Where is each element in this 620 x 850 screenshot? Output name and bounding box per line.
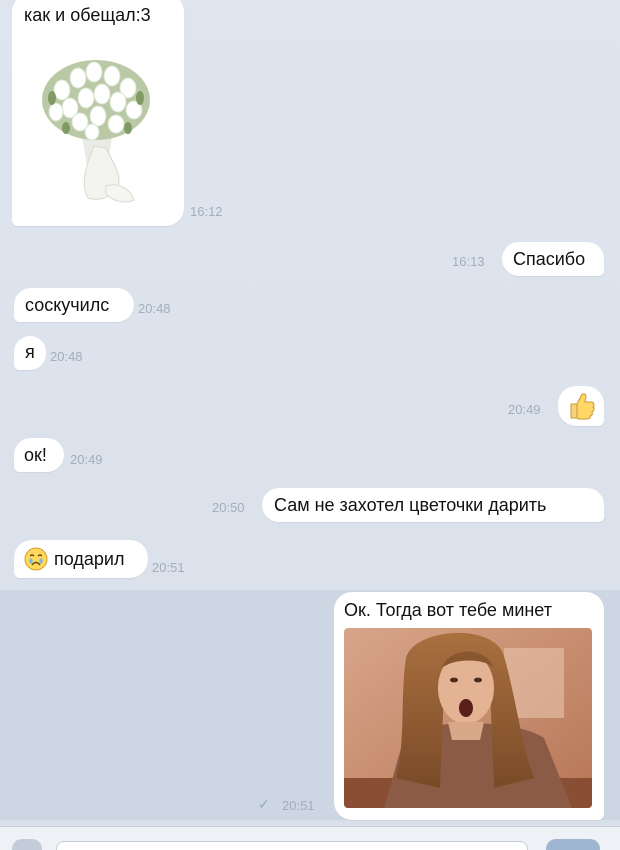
- message-time: 20:49: [508, 402, 541, 417]
- message-time: 20:48: [50, 349, 83, 364]
- message-text: ок!: [24, 445, 47, 465]
- message-bubble-outgoing[interactable]: [558, 386, 604, 426]
- message-bubble-outgoing[interactable]: Сам не захотел цветочки дарить: [262, 488, 604, 522]
- message-text: Сам не захотел цветочки дарить: [274, 495, 547, 515]
- crying-face-icon: [24, 547, 48, 576]
- checkmark-icon: ✓: [258, 796, 270, 812]
- message-time: 20:50: [212, 500, 245, 515]
- message-time: 20:51: [152, 560, 185, 575]
- message-time: 16:12: [190, 204, 223, 219]
- message-bubble-incoming[interactable]: я: [14, 336, 46, 370]
- message-bubble-incoming[interactable]: ок!: [14, 438, 64, 472]
- message-text: как и обещал:3: [24, 5, 151, 25]
- message-bubble-incoming[interactable]: соскучилс: [14, 288, 134, 322]
- composer-bar: [0, 826, 620, 850]
- message-time: 20:49: [70, 452, 103, 467]
- message-text: Спасибо: [513, 249, 586, 269]
- message-text: Ок. Тогда вот тебе минет: [344, 600, 552, 620]
- message-text: соскучилс: [25, 295, 110, 315]
- message-bubble-outgoing[interactable]: Спасибо: [502, 242, 604, 276]
- message-bubble-incoming[interactable]: подарил: [14, 540, 148, 578]
- message-time: 20:51: [282, 798, 315, 813]
- message-bubble-outgoing[interactable]: Ок. Тогда вот тебе минет: [334, 592, 604, 820]
- message-time: 16:13: [452, 254, 485, 269]
- attach-button[interactable]: [12, 839, 42, 850]
- thumbs-up-icon: [566, 390, 596, 427]
- message-time: 20:48: [138, 301, 171, 316]
- chat-area: как и обещал:3 16:12 Спасибо 16:13 соску…: [0, 0, 620, 850]
- message-text: подарил: [54, 549, 125, 569]
- attached-photo[interactable]: [344, 628, 592, 808]
- message-text: я: [25, 342, 35, 362]
- message-bubble-incoming[interactable]: как и обещал:3: [12, 0, 184, 226]
- send-button[interactable]: [546, 839, 600, 850]
- message-input[interactable]: [56, 841, 528, 850]
- flower-bouquet-photo[interactable]: [22, 36, 170, 212]
